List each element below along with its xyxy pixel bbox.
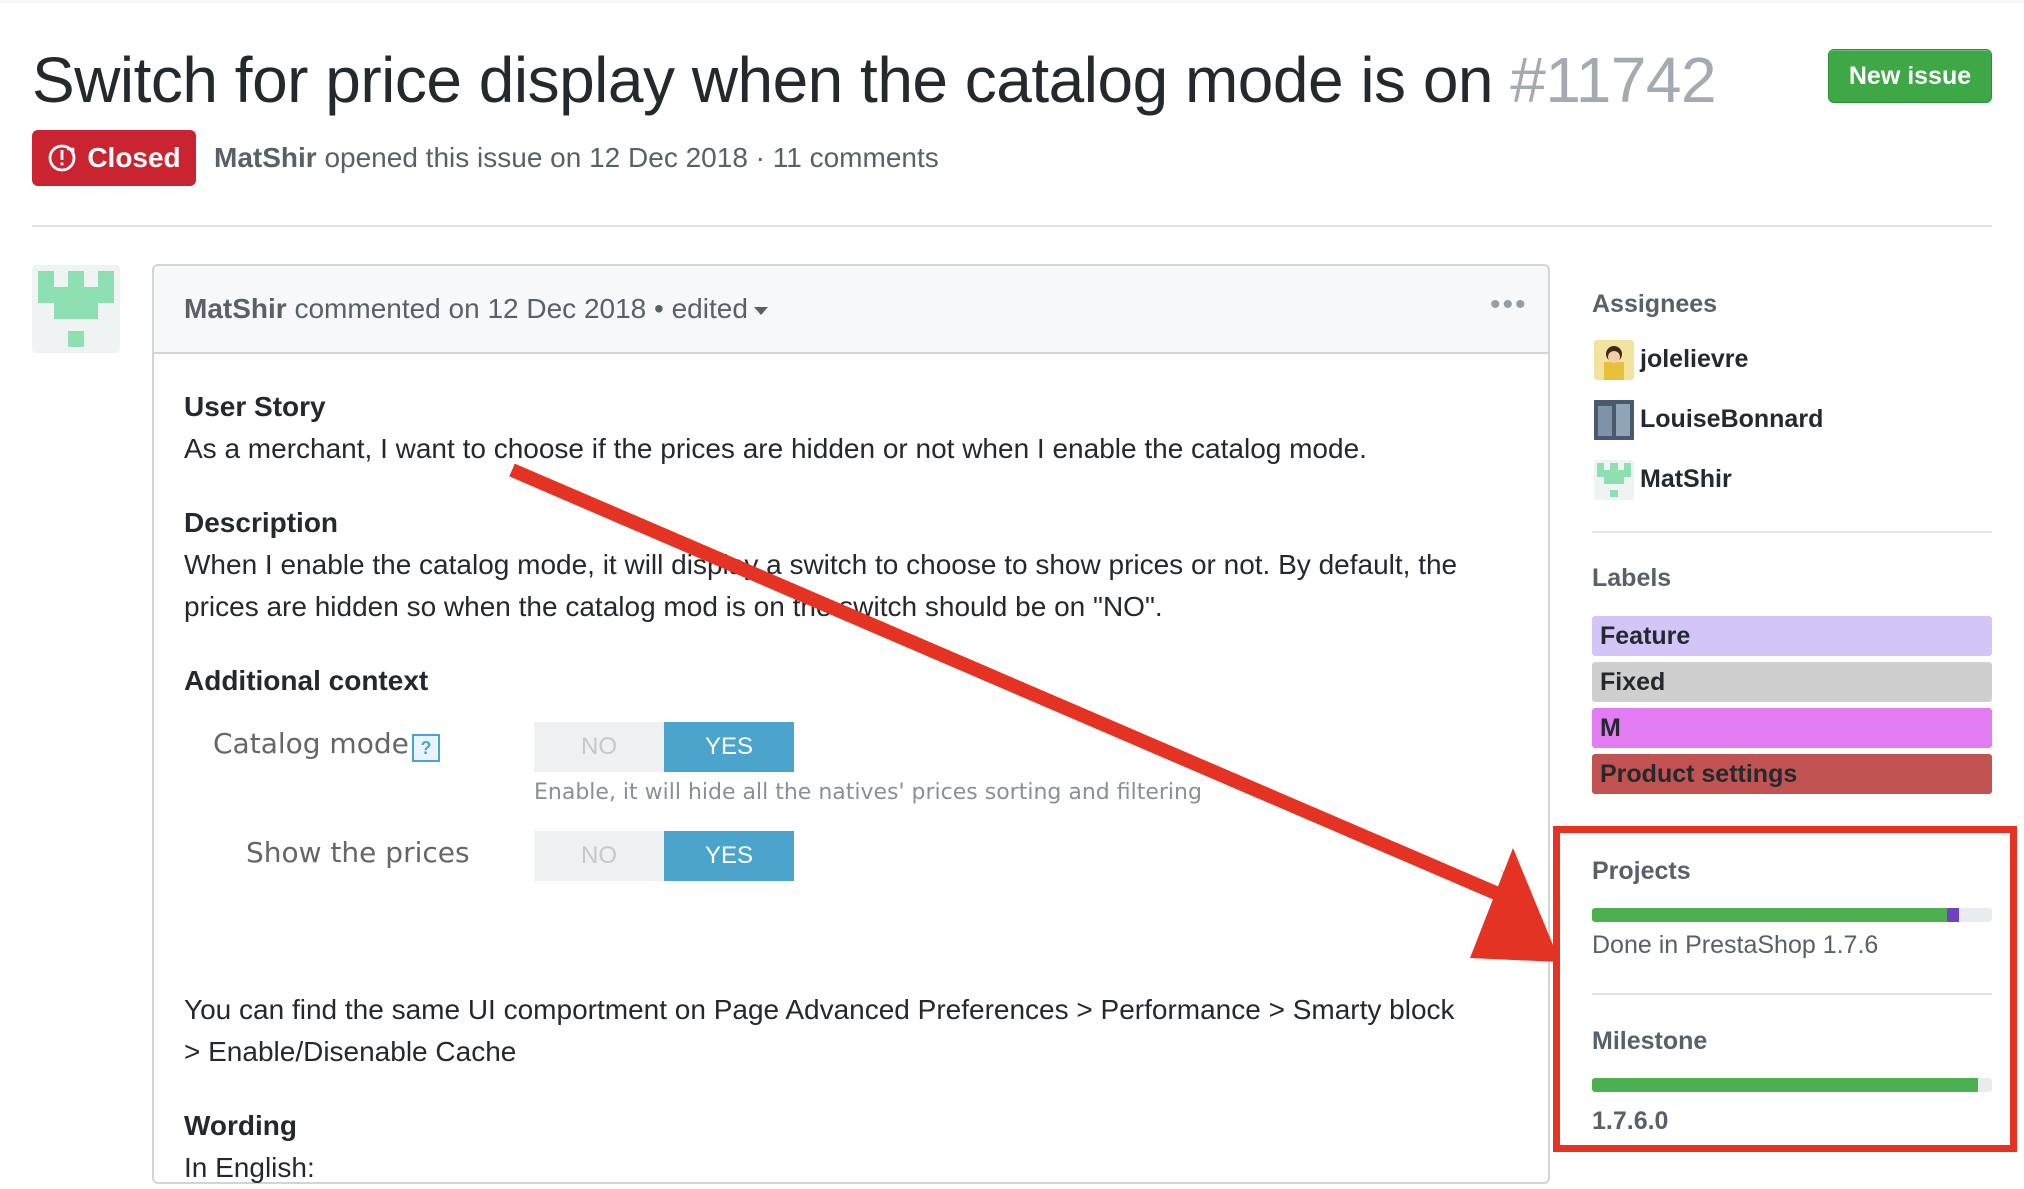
annotation-arrow-icon — [509, 463, 1560, 962]
